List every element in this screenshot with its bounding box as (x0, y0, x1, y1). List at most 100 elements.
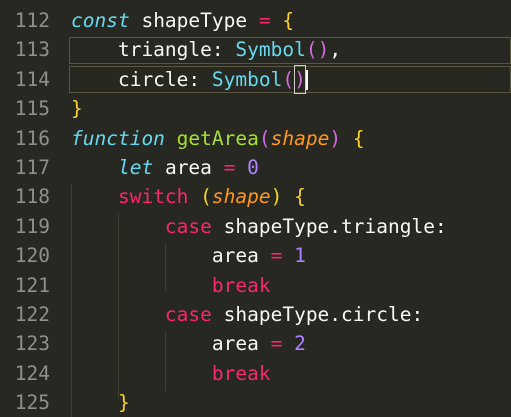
code-token: ) (329, 126, 342, 150)
code-token: = (270, 332, 283, 356)
code-token: const (71, 9, 130, 32)
line-number: 118 (14, 185, 50, 209)
code-line-119[interactable]: 119 case shapeType.triangle: (0, 212, 511, 241)
code-line-118[interactable]: 118 switch (shape) { (0, 182, 511, 211)
code-line-125[interactable]: 125 } (0, 388, 511, 417)
line-number: 124 (14, 361, 50, 385)
code-token: , (329, 38, 342, 62)
code-token: circle: (71, 67, 212, 91)
text-caret (306, 70, 308, 90)
code-line-122[interactable]: 122 case shapeType.circle: (0, 300, 511, 329)
code-line-124[interactable]: 124 break (0, 359, 511, 388)
code-token: ) (294, 64, 306, 95)
line-number: 119 (14, 214, 50, 238)
code-token: } (71, 97, 83, 121)
code-token: { (352, 126, 365, 150)
code-line-113[interactable]: 113 triangle: Symbol(), (0, 35, 511, 64)
code-token: case (164, 303, 212, 326)
code-line-123[interactable]: 123 area = 2 (0, 329, 511, 358)
line-number: 125 (14, 391, 50, 415)
code-line-120[interactable]: 120 area = 1 (0, 241, 511, 270)
code-token: 2 (294, 332, 306, 356)
line-code: circle: Symbol() (71, 64, 306, 95)
code-line-114[interactable]: 114 circle: Symbol() (0, 64, 511, 95)
code-token: 0 (247, 156, 259, 179)
code-token: = (258, 9, 271, 32)
code-token: } (117, 391, 130, 415)
code-token: 1 (294, 244, 306, 268)
code-token: shapeType.triangle: (223, 214, 447, 238)
line-code: case shapeType.triangle: (71, 212, 447, 241)
code-token: { (282, 9, 295, 32)
line-code: let area = 0 (71, 153, 259, 182)
line-number: 116 (14, 126, 50, 150)
code-token: { (294, 185, 306, 209)
code-token: switch (117, 185, 189, 209)
line-number: 121 (14, 273, 50, 297)
code-token: Symbol (235, 38, 306, 62)
code-line-121[interactable]: 121 break (0, 271, 511, 300)
line-number: 120 (14, 244, 50, 268)
code-line-115[interactable]: 115} (0, 94, 511, 123)
line-number: 122 (14, 303, 50, 326)
code-token: shapeType (141, 9, 248, 32)
line-code: break (71, 271, 271, 300)
code-token: ( (258, 126, 271, 150)
code-editor[interactable]: 112 const shapeType = {113 triangle: Symb… (0, 0, 511, 417)
line-code: } (71, 94, 83, 123)
code-token: break (211, 361, 271, 385)
line-number: 115 (14, 97, 50, 121)
line-code: switch (shape) { (71, 182, 306, 211)
line-code: case shapeType.circle: (71, 300, 423, 329)
code-token: = (223, 156, 236, 179)
line-number: 112 (14, 9, 50, 32)
code-line-112[interactable]: 112 const shapeType = { (0, 6, 511, 35)
code-token: getArea (176, 126, 259, 150)
line-code: triangle: Symbol(), (71, 35, 341, 64)
code-token: ( (282, 67, 295, 91)
line-code: function getArea(shape) { (71, 124, 365, 153)
line-number: 113 (14, 38, 50, 62)
line-number: 114 (14, 67, 50, 91)
code-token: = (270, 244, 283, 268)
code-token: area (211, 244, 259, 268)
line-number: 117 (14, 156, 50, 179)
code-line-116[interactable]: 116 function getArea(shape) { (0, 124, 511, 153)
line-code: area = 1 (71, 241, 306, 270)
line-number: 123 (14, 332, 50, 356)
code-token: break (211, 273, 271, 297)
code-line-117[interactable]: 117 let area = 0 (0, 153, 511, 182)
code-token: Symbol (211, 67, 283, 91)
code-token: () (305, 38, 330, 62)
code-token: triangle: (71, 38, 236, 62)
line-code: break (71, 359, 271, 388)
code-token: area (164, 156, 212, 179)
line-code: const shapeType = { (71, 6, 294, 35)
code-token: shape (211, 185, 271, 209)
code-token: ) (270, 185, 283, 209)
code-token: shape (270, 126, 330, 150)
code-token: let (117, 156, 154, 179)
